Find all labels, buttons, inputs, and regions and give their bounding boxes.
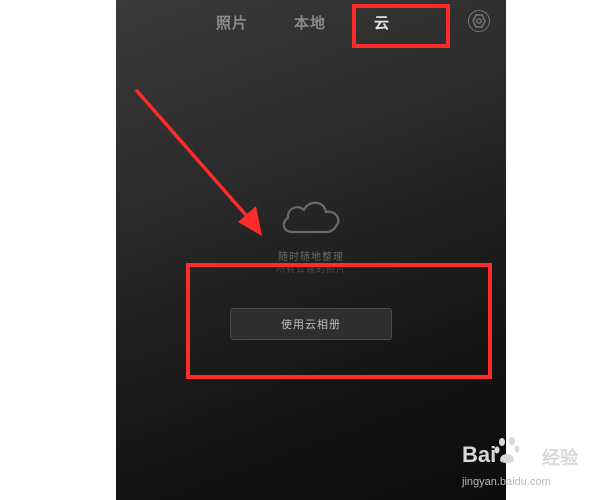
watermark-logo-text: Bai — [462, 442, 497, 467]
watermark-brand: 经验 — [542, 448, 578, 469]
screenshot-page: 照片 本地 云 随时随地整理 所有云端的照片 使用云相册 Bai 经验 jing… — [0, 0, 600, 500]
paw-icon — [494, 437, 520, 463]
watermark-url: jingyan.baidu.com — [462, 476, 551, 488]
annotation-arrow — [135, 89, 262, 236]
baidu-jingyan-watermark: Bai 经验 jingyan.baidu.com — [458, 432, 598, 496]
